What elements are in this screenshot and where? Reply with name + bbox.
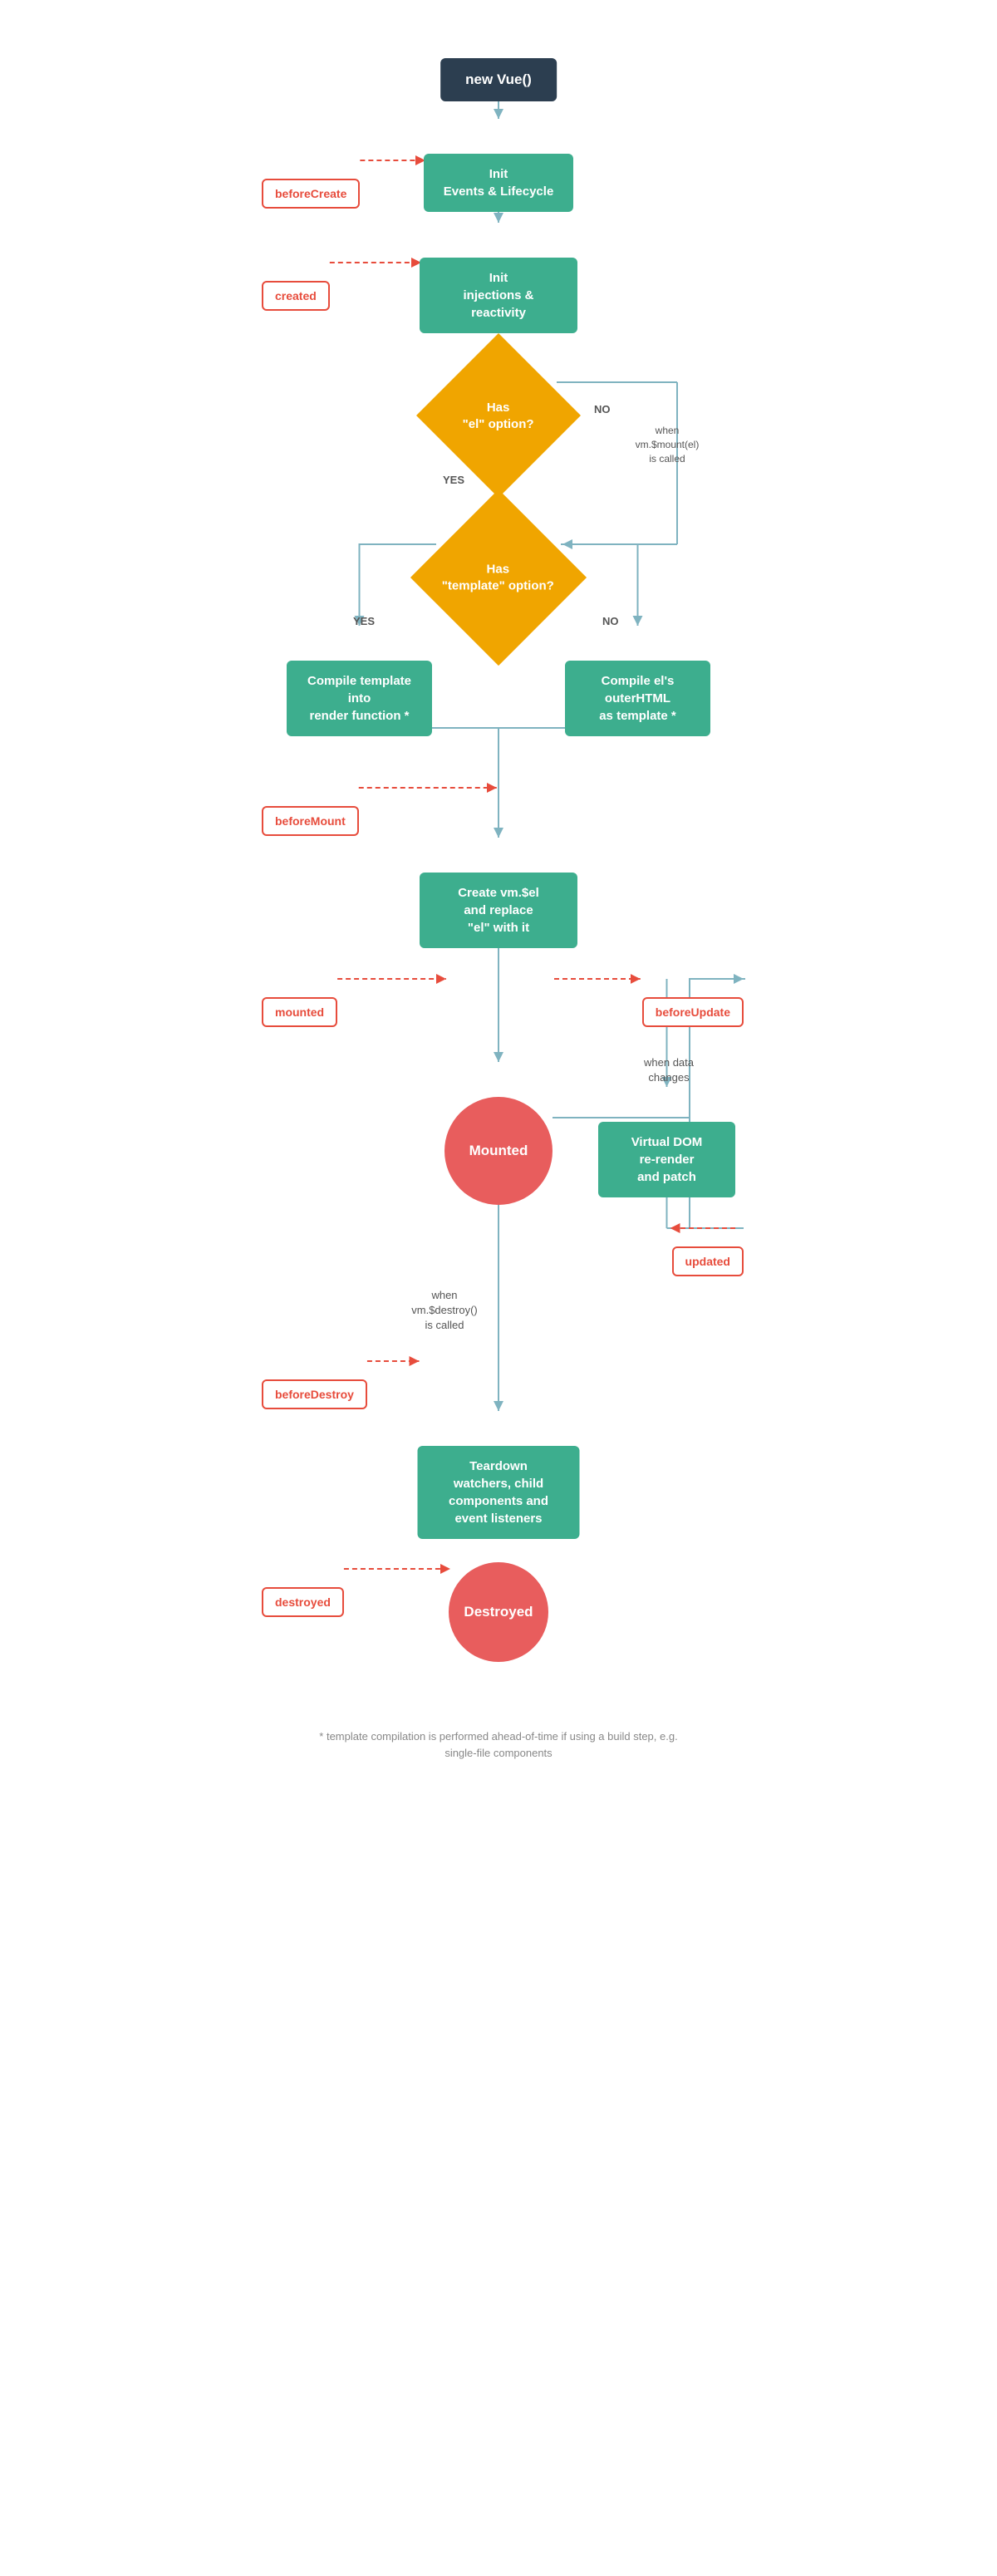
init-injections-node: Init injections & reactivity: [420, 258, 577, 333]
footnote: * template compilation is performed ahea…: [316, 1703, 681, 1761]
before-create-hook: beforeCreate: [262, 179, 360, 209]
compile-template-node: Compile template into render function *: [287, 661, 432, 736]
vm-mount-label: when vm.$mount(el) is called: [609, 424, 725, 465]
before-mount-hook: beforeMount: [262, 806, 359, 836]
create-vm-node: Create vm.$el and replace "el" with it: [420, 873, 577, 948]
init-injections-label: Init injections & reactivity: [420, 258, 577, 333]
new-vue-label: new Vue(): [440, 58, 557, 101]
compile-outerhtml-label: Compile el's outerHTML as template *: [565, 661, 710, 736]
when-destroy-label: when vm.$destroy() is called: [390, 1288, 498, 1334]
has-template-diamond: Has "template" option?: [436, 515, 561, 640]
destroyed-hook: destroyed: [262, 1587, 344, 1617]
before-create-label: beforeCreate: [262, 179, 360, 209]
init-events-node: Init Events & Lifecycle: [424, 154, 573, 212]
updated-label: updated: [672, 1246, 744, 1276]
has-el-diamond: Has "el" option?: [440, 357, 557, 474]
when-data-label: when data changes: [619, 1055, 719, 1085]
before-update-label: beforeUpdate: [642, 997, 744, 1027]
before-destroy-hook: beforeDestroy: [262, 1379, 367, 1409]
diagram-container: new Vue() Init Events & Lifecycle before…: [237, 0, 760, 2576]
before-update-hook: beforeUpdate: [642, 997, 744, 1027]
compile-template-label: Compile template into render function *: [287, 661, 432, 736]
no-label-template: NO: [602, 615, 619, 627]
has-template-label: Has "template" option?: [442, 562, 554, 594]
compile-outerhtml-node: Compile el's outerHTML as template *: [565, 661, 710, 736]
no-label-el: NO: [594, 403, 611, 415]
yes-label-template: YES: [353, 615, 375, 627]
before-mount-label: beforeMount: [262, 806, 359, 836]
new-vue-node: new Vue(): [440, 58, 557, 101]
create-vm-label: Create vm.$el and replace "el" with it: [420, 873, 577, 948]
vdom-label: Virtual DOM re-render and patch: [598, 1122, 735, 1197]
updated-hook: updated: [672, 1246, 744, 1276]
destroyed-label: destroyed: [262, 1587, 344, 1617]
teardown-label: Teardown watchers, child components and …: [418, 1446, 580, 1539]
has-el-label: Has "el" option?: [463, 399, 534, 431]
mounted-hook: mounted: [262, 997, 337, 1027]
destroyed-circle: Destroyed: [449, 1562, 548, 1662]
mounted-circle-label: Mounted: [469, 1143, 528, 1159]
created-hook: created: [262, 281, 330, 311]
vdom-node: Virtual DOM re-render and patch: [598, 1122, 735, 1197]
teardown-node: Teardown watchers, child components and …: [418, 1446, 580, 1539]
mounted-circle: Mounted: [444, 1097, 553, 1205]
yes-label-el: YES: [443, 474, 464, 486]
created-label: created: [262, 281, 330, 311]
mounted-label: mounted: [262, 997, 337, 1027]
destroyed-circle-label: Destroyed: [464, 1604, 533, 1620]
init-events-label: Init Events & Lifecycle: [424, 154, 573, 212]
before-destroy-label: beforeDestroy: [262, 1379, 367, 1409]
